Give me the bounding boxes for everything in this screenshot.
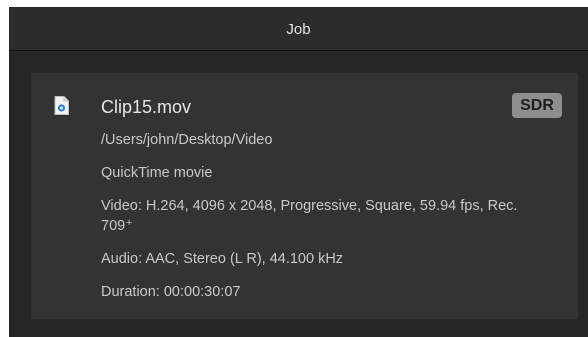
file-name: Clip15.mov xyxy=(101,97,192,117)
job-window: Job Clip15.mov SDR /Users/john/Desktop/V… xyxy=(9,7,588,337)
file-type: QuickTime movie xyxy=(101,165,213,181)
movie-file-icon xyxy=(54,96,69,115)
window-header: Job xyxy=(9,7,588,51)
duration-info: Duration: 00:00:30:07 xyxy=(101,284,241,300)
sdr-badge: SDR xyxy=(512,93,562,118)
job-item-card[interactable]: Clip15.mov SDR /Users/john/Desktop/Video… xyxy=(31,73,578,319)
audio-info: Audio: AAC, Stereo (L R), 44.100 kHz xyxy=(101,251,344,267)
video-info: Video: H.264, 4096 x 2048, Progressive, … xyxy=(101,198,518,234)
file-path: /Users/john/Desktop/Video xyxy=(101,132,273,148)
window-title: Job xyxy=(286,21,311,38)
